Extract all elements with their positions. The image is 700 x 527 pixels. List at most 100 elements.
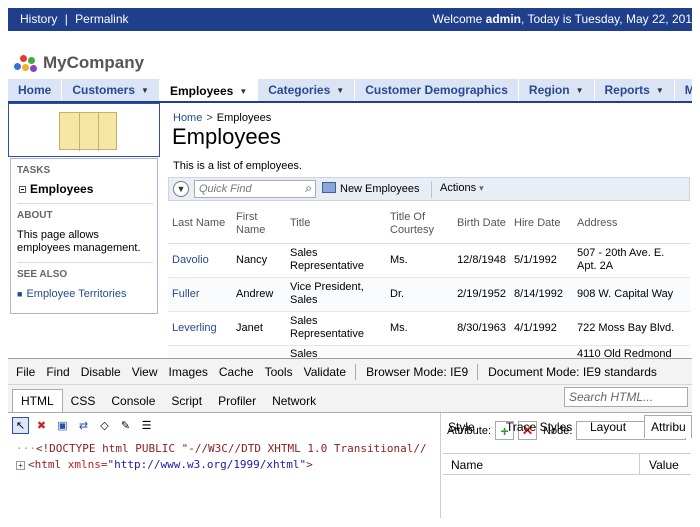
task-label: Employees [30,182,94,196]
menu-tab-customer-demographics[interactable]: Customer Demographics [355,79,519,101]
browser-mode-menu-value: IE9 [450,364,469,379]
col-hire-date[interactable]: Hire Date [510,205,573,244]
page-title: Employees [172,124,281,149]
breadcrumb: Home > Employees [173,112,271,124]
devtools-menu-validate[interactable]: Validate [304,365,346,379]
devtools-tab-network[interactable]: Network [264,390,324,412]
courtesy-cell: Ms. [390,321,408,334]
menu-tab-label: Home [18,83,52,97]
col-first-name[interactable]: First Name [232,205,286,244]
col-title[interactable]: Title [286,205,386,244]
column-divider [639,454,640,475]
quick-find-input[interactable]: Quick Find ⌕ [194,180,316,198]
table-row[interactable]: Davolio Nancy Sales Representative Ms. 12/8/1… [168,243,690,278]
menu-tab-home[interactable]: Home [8,79,63,101]
col-birth-date[interactable]: Birth Date [453,205,510,244]
document-mode-menu[interactable]: Document Mode: IE9 standards [488,365,657,379]
dom-doctype-node[interactable]: ···<!DOCTYPE html PUBLIC "-//W3C//DTD XH… [16,442,427,455]
welcome-suffix: , Today is Tuesday, May 22, 201 [521,12,692,26]
devtools-menu-file[interactable]: File [16,365,35,379]
task-icon [19,186,26,194]
title-cell-line1: Sales [290,247,318,259]
last-name-link[interactable]: Davolio [172,254,209,266]
title-cell-line2: Representative [290,260,364,272]
devtools-tab-console[interactable]: Console [103,390,163,412]
breadcrumb-separator: > [206,112,213,124]
menu-tab-customers[interactable]: Customers ▼ [62,79,160,101]
select-element-icon[interactable]: ↖ [12,417,29,434]
history-link[interactable]: History [20,12,57,26]
menu-tab-reports[interactable]: Reports ▼ [595,79,675,101]
menu-tab-categories[interactable]: Categories ▼ [258,79,356,101]
address-cell-line1: 507 - 20th Ave. E. [577,247,665,259]
breadcrumb-current: Employees [216,112,272,124]
devtools-tab-html[interactable]: HTML [12,389,63,412]
menu-tab-region[interactable]: Region ▼ [519,79,595,101]
html-tag-close: > [306,458,313,471]
last-name-link[interactable]: Leverling [172,322,217,334]
title-cell-line2: Representative [290,328,364,340]
dom-page-icon[interactable]: ◇ [96,417,113,434]
edit-icon[interactable]: ✎ [117,417,134,434]
pane-tab-layout[interactable]: Layout [590,420,626,434]
quick-find-placeholder: Quick Find [199,183,252,195]
permalink-link[interactable]: Permalink [75,12,128,26]
document-mode-menu-label: Document Mode: [488,364,580,379]
devtools-tab-profiler[interactable]: Profiler [210,390,264,412]
about-heading: ABOUT [17,210,53,221]
devtools-tab-script[interactable]: Script [163,390,210,412]
search-icon[interactable]: ⌕ [305,181,312,196]
menu-tab-label: Customers [72,83,136,97]
devtools-menu-cache[interactable]: Cache [219,365,254,379]
pane-tab-attribu[interactable]: Attribu [644,415,692,438]
new-employees-button[interactable]: New Employees [322,182,419,195]
actions-menu-button[interactable]: Actions ▾ [440,182,484,194]
menu-tab-employees[interactable]: Employees ▼ [159,79,259,101]
dom-html-node[interactable]: + <html xmlns="http://www.w3.org/1999/xht… [16,458,313,471]
search-html-input[interactable]: Search HTML... [564,387,688,407]
task-employees[interactable]: Employees [19,182,93,196]
word-wrap-icon[interactable]: ☰ [138,417,155,434]
chevron-down-icon[interactable]: ▼ [173,181,189,197]
pane-tab-style[interactable]: Style [448,420,475,434]
last-name-link[interactable]: Fuller [172,288,200,300]
brand-logo[interactable]: MyCompany [14,52,144,74]
table-row[interactable]: Leverling Janet Sales Representative Ms. 8/30… [168,311,690,346]
employees-grid: Last Name First Name Title Title Of Courte… [168,205,690,366]
sidebar-divider [17,262,153,263]
pane-tab-trace-styles[interactable]: Trace Styles [506,420,572,434]
html-tag: <html [28,458,62,471]
top-links: History | Permalink [20,12,129,26]
clear-outline-icon[interactable]: ✖ [33,417,50,434]
brand-name: MyCompany [43,53,145,72]
devtools-menu-disable[interactable]: Disable [81,365,121,379]
menu-tab-label: Reports [604,83,650,97]
devtools-tab-css[interactable]: CSS [63,390,104,412]
col-title-of-courtesy[interactable]: Title Of Courtesy [386,205,453,244]
menu-tab-memb[interactable]: Memb [675,79,692,101]
first-name-cell: Andrew [236,287,274,300]
employee-territories-link[interactable]: Employee Territories [26,288,126,300]
chevron-down-icon: ▾ [479,183,484,193]
birth-date-cell: 2/19/1952 [457,287,506,300]
welcome-prefix: Welcome [432,12,483,26]
save-icon[interactable]: ▣ [54,417,71,434]
devtools-menu-tools[interactable]: Tools [265,365,293,379]
breadcrumb-home[interactable]: Home [173,112,202,124]
expand-icon[interactable]: + [16,461,25,470]
devtools-menu-images[interactable]: Images [169,365,208,379]
col-last-name[interactable]: Last Name [168,205,232,244]
grid-toolbar: ▼ Quick Find ⌕ New Employees Actions ▾ [168,177,690,201]
devtools-menu-find[interactable]: Find [46,365,69,379]
table-row[interactable]: Fuller Andrew Vice President, Sales Dr. 2/19/… [168,277,690,312]
top-bar: History | Permalink Welcome admin, Today… [8,8,692,31]
courtesy-cell: Ms. [390,253,408,266]
col-address[interactable]: Address [573,205,690,244]
chevron-down-icon: ▼ [141,85,149,95]
browser-mode-menu[interactable]: Browser Mode: IE9 [366,365,468,379]
page-image [59,112,117,151]
value-column-header: Value [649,458,679,472]
devtools-menu-view[interactable]: View [132,365,158,379]
seealso-item[interactable]: ■ Employee Territories [17,288,127,300]
refresh-icon[interactable]: ⇄ [75,417,92,434]
